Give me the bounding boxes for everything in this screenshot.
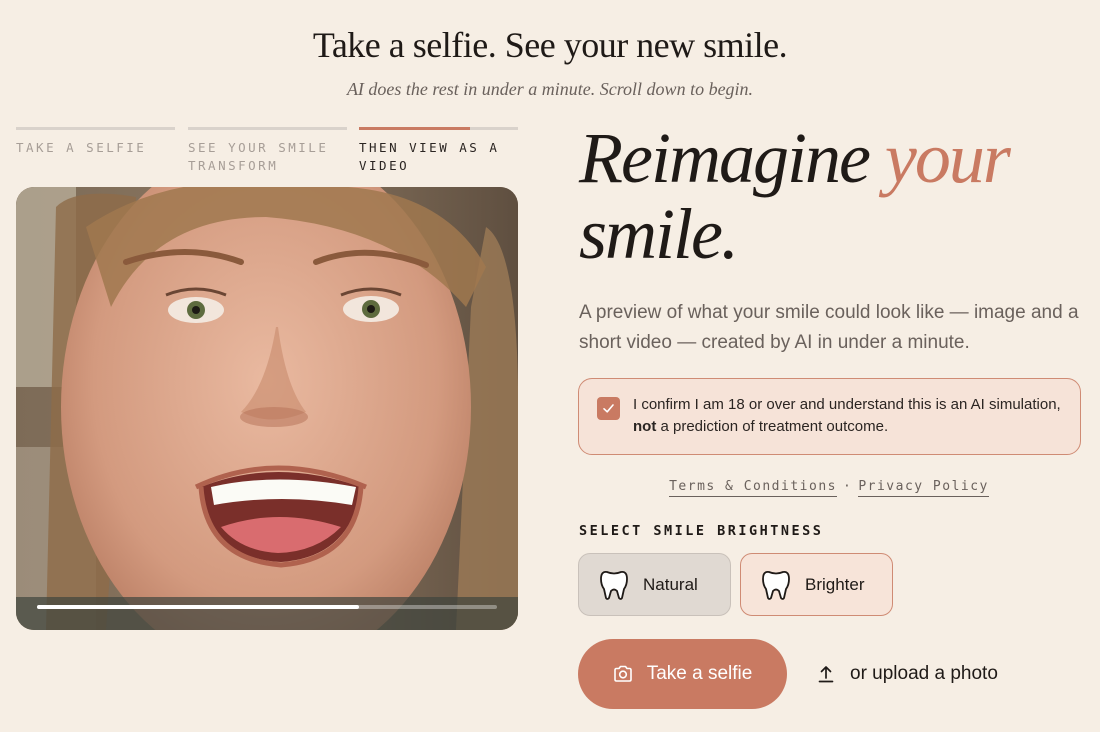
headline-text-2: smile. [579,194,739,274]
brightness-label: SELECT SMILE BRIGHTNESS [579,523,824,539]
step-progress-bar [16,127,175,130]
step-progress-fill [359,127,471,130]
natural-brightness-button[interactable]: Natural [578,553,731,616]
take-selfie-button[interactable]: Take a selfie [578,639,787,709]
step-label: THEN VIEW AS A VIDEO [359,140,500,173]
terms-link[interactable]: Terms & Conditions [669,479,837,497]
step-view-video: THEN VIEW AS A VIDEO [359,127,518,175]
consent-checkbox[interactable] [597,397,620,420]
brighter-brightness-button[interactable]: Brighter [740,553,893,616]
video-progress-fill [37,605,359,609]
consent-text-part: I confirm I am 18 or over and understand… [633,396,1061,413]
tooth-icon [761,569,791,601]
headline-text: Reimagine [579,118,885,198]
step-progress-bar [188,127,347,130]
hero-title: Take a selfie. See your new smile. [312,25,788,65]
smiling-face-image [16,187,518,630]
consent-text: I confirm I am 18 or over and understand… [633,394,1063,438]
description: A preview of what your smile could look … [579,302,1079,353]
step-see-smile: SEE YOUR SMILE TRANSFORM [188,127,347,175]
brighter-label: Brighter [805,574,865,594]
take-selfie-label: Take a selfie [646,663,753,684]
natural-label: Natural [643,574,698,594]
consent-text-bold: not [633,418,657,435]
legal-links: Terms & Conditions · Privacy Policy [579,479,1079,497]
upload-label: or upload a photo [850,663,998,684]
tooth-icon [599,569,629,601]
age-consent-checkbox-row[interactable]: I confirm I am 18 or over and understand… [578,378,1081,455]
checkmark-icon [603,404,614,413]
upload-photo-link[interactable]: or upload a photo [818,660,998,688]
consent-text-part: a prediction of treatment outcome. [656,418,889,435]
hero-subtitle: AI does the rest in under a minute. Scro… [346,79,754,99]
camera-icon [613,665,633,683]
page-headline: Reimagine your smile. [579,120,1079,272]
separator: · [842,479,853,494]
headline-accent: your [884,118,1011,198]
step-label: SEE YOUR SMILE TRANSFORM [188,140,329,173]
upload-icon [818,665,834,683]
step-indicator: TAKE A SELFIE SEE YOUR SMILE TRANSFORM T… [16,127,518,177]
step-progress-bar [359,127,518,130]
step-take-selfie: TAKE A SELFIE [16,127,175,157]
demo-video[interactable] [16,187,518,630]
video-progress-bar[interactable] [37,605,497,609]
step-label: TAKE A SELFIE [16,140,147,155]
privacy-link[interactable]: Privacy Policy [858,479,989,497]
